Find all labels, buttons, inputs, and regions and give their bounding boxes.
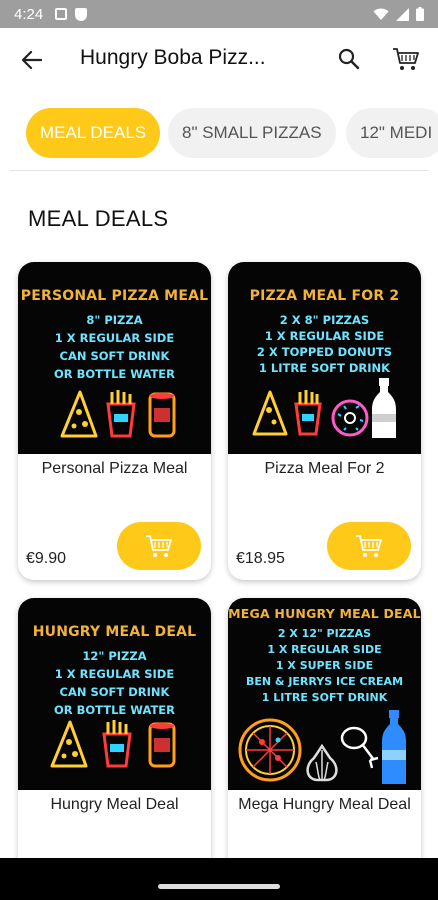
battery-icon xyxy=(416,7,424,21)
meal-illustration xyxy=(238,710,406,784)
promo-line: 1 LITRE SOFT DRINK xyxy=(261,691,388,704)
cart-button[interactable] xyxy=(390,44,422,74)
cart-icon xyxy=(393,48,419,70)
product-card-mega-hungry-meal-deal[interactable]: MEGA HUNGRY MEAL DEAL 2 X 12" PIZZAS 1 X… xyxy=(228,598,421,878)
promo-line: 2 X 12" PIZZAS xyxy=(277,627,372,640)
promo-title: MEGA HUNGRY MEAL DEAL xyxy=(228,606,421,621)
tabs-divider xyxy=(10,170,428,171)
system-navigation-bar xyxy=(0,858,438,900)
product-name: Personal Pizza Meal xyxy=(41,460,188,477)
app-bar: Hungry Boba Pizz... xyxy=(0,28,438,92)
tab-8-small-pizzas[interactable]: 8" SMALL PIZZAS xyxy=(168,108,336,158)
product-name: Hungry Meal Deal xyxy=(50,796,179,813)
tab-meal-deals[interactable]: MEAL DEALS xyxy=(26,108,161,158)
add-to-cart-button[interactable] xyxy=(117,522,201,570)
promo-title: HUNGRY MEAL DEAL xyxy=(32,624,197,640)
product-price: €9.90 xyxy=(26,550,67,567)
status-bar: 4:24 xyxy=(0,0,438,28)
meal-illustration xyxy=(252,378,396,438)
signal-icon xyxy=(396,7,409,21)
promo-line: 1 X SUPER SIDE xyxy=(275,659,374,672)
search-icon xyxy=(338,48,360,70)
promo-title: PERSONAL PIZZA MEAL xyxy=(20,288,209,304)
promo-line: 2 X 8" PIZZAS xyxy=(279,313,370,327)
promo-title: PIZZA MEAL FOR 2 xyxy=(249,288,400,304)
promo-line: BEN & JERRYS ICE CREAM xyxy=(245,675,404,688)
product-card-pizza-meal-for-2[interactable]: PIZZA MEAL FOR 2 2 X 8" PIZZAS 1 X REGUL… xyxy=(228,262,421,580)
product-image: PERSONAL PIZZA MEAL 8" PIZZA 1 X REGULAR… xyxy=(18,262,211,454)
product-name: Pizza Meal For 2 xyxy=(264,460,385,477)
add-to-cart-button[interactable] xyxy=(327,522,411,570)
product-card-personal-pizza-meal[interactable]: PERSONAL PIZZA MEAL 8" PIZZA 1 X REGULAR… xyxy=(18,262,211,580)
product-price: €18.95 xyxy=(236,550,285,567)
home-gesture-handle[interactable] xyxy=(158,884,280,889)
product-image: MEGA HUNGRY MEAL DEAL 2 X 12" PIZZAS 1 X… xyxy=(228,598,421,790)
product-name: Mega Hungry Meal Deal xyxy=(238,796,411,813)
add-to-cart-icon xyxy=(146,535,172,557)
meal-illustration xyxy=(50,720,176,768)
product-image: PIZZA MEAL FOR 2 2 X 8" PIZZAS 1 X REGUL… xyxy=(228,262,421,454)
promo-line: 2 X TOPPED DONUTS xyxy=(256,345,393,359)
promo-line: CAN SOFT DRINK xyxy=(59,349,170,363)
promo-line: OR BOTTLE WATER xyxy=(53,367,176,381)
tab-12-medium-pizzas[interactable]: 12" MEDI xyxy=(346,108,438,158)
search-button[interactable] xyxy=(334,44,364,74)
add-to-cart-icon xyxy=(356,535,382,557)
promo-line: 1 X REGULAR SIDE xyxy=(54,667,175,681)
product-image: HUNGRY MEAL DEAL 12" PIZZA 1 X REGULAR S… xyxy=(18,598,211,790)
section-title: MEAL DEALS xyxy=(28,206,169,231)
promo-line: 1 X REGULAR SIDE xyxy=(264,329,385,343)
product-card-hungry-meal-deal[interactable]: HUNGRY MEAL DEAL 12" PIZZA 1 X REGULAR S… xyxy=(18,598,211,878)
back-button[interactable] xyxy=(18,46,46,74)
meal-illustration xyxy=(60,390,176,438)
promo-line: OR BOTTLE WATER xyxy=(53,703,176,717)
notification-a-icon xyxy=(55,8,68,20)
shield-icon xyxy=(75,7,88,21)
back-arrow-icon xyxy=(22,51,42,69)
page-title: Hungry Boba Pizz... xyxy=(80,46,266,69)
category-tabs: MEAL DEALS 8" SMALL PIZZAS 12" MEDI xyxy=(0,108,438,160)
status-time: 4:24 xyxy=(14,5,44,23)
wifi-icon xyxy=(373,8,389,20)
promo-line: CAN SOFT DRINK xyxy=(59,685,170,699)
promo-line: 1 X REGULAR SIDE xyxy=(54,331,175,345)
promo-line: 8" PIZZA xyxy=(86,313,143,327)
promo-line: 1 X REGULAR SIDE xyxy=(267,643,382,656)
promo-line: 12" PIZZA xyxy=(82,649,147,663)
